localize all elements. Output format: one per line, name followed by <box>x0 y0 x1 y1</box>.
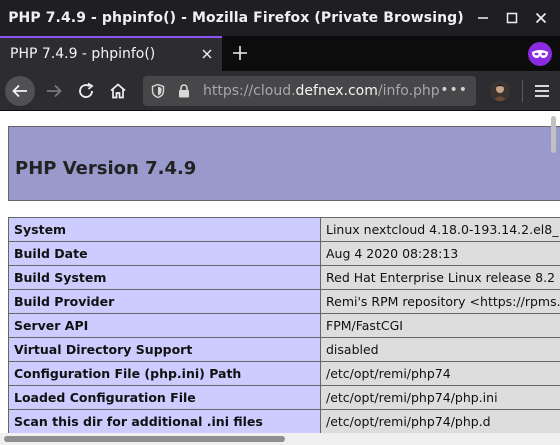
row-key: Build Provider <box>8 289 321 314</box>
row-key: Build Date <box>8 241 321 266</box>
table-row: Server API FPM/FastCGI <box>8 313 560 338</box>
forward-button[interactable] <box>39 76 69 106</box>
tab-phpinfo[interactable]: PHP 7.4.9 - phpinfo() <box>0 36 222 71</box>
row-value: Aug 4 2020 08:28:13 <box>320 241 560 266</box>
table-row: Build System Red Hat Enterprise Linux rel… <box>8 265 560 290</box>
lock-icon[interactable] <box>176 83 192 99</box>
row-value: Linux nextcloud 4.18.0-193.14.2.el8_ <box>320 217 560 242</box>
table-row: Configuration File (php.ini) Path/etc/op… <box>8 361 560 386</box>
back-arrow-icon <box>12 84 27 98</box>
row-value: FPM/FastCGI <box>320 313 560 338</box>
horizontal-scrollbar-thumb[interactable] <box>4 436 285 442</box>
table-row: Virtual Directory Support disabled <box>8 337 560 362</box>
forward-arrow-icon <box>47 84 62 98</box>
url-host: defnex.com <box>295 83 378 99</box>
navigation-toolbar: https://cloud.defnex.com/info.php ••• <box>0 71 560 111</box>
row-key: Loaded Configuration File <box>8 385 321 410</box>
window-titlebar: PHP 7.4.9 - phpinfo() - Mozilla Firefox … <box>0 0 560 36</box>
maximize-button[interactable] <box>501 7 523 29</box>
row-key: System <box>8 217 321 242</box>
url-bar[interactable]: https://cloud.defnex.com/info.php ••• <box>143 76 476 106</box>
home-icon <box>110 83 126 99</box>
table-row: Build Date Aug 4 2020 08:28:13 <box>8 241 560 266</box>
row-key: Build System <box>8 265 321 290</box>
row-value: /etc/opt/remi/php74/php.ini <box>320 385 560 410</box>
tab-strip: PHP 7.4.9 - phpinfo() <box>0 36 560 71</box>
shield-icon[interactable] <box>150 83 166 99</box>
close-icon <box>536 12 547 24</box>
vertical-scrollbar-thumb[interactable] <box>551 116 556 153</box>
minimize-icon <box>477 17 488 19</box>
minimize-button[interactable] <box>472 7 494 29</box>
hamburger-menu-icon <box>535 85 549 97</box>
app-menu-button[interactable] <box>530 79 554 103</box>
private-browsing-icon <box>528 42 552 66</box>
php-version-header: PHP Version 7.4.9 <box>8 126 560 201</box>
reload-button[interactable] <box>71 76 101 106</box>
table-row: Build Provider Remi's RPM repository <htt… <box>8 289 560 314</box>
row-key: Server API <box>8 313 321 338</box>
avatar[interactable] <box>490 81 510 101</box>
tab-close-icon[interactable] <box>200 47 214 61</box>
toolbar-separator <box>522 80 523 102</box>
row-value: /etc/opt/remi/php74 <box>320 361 560 386</box>
page-title: PHP Version 7.4.9 <box>15 158 197 179</box>
row-value: Remi's RPM repository <https://rpms. <box>320 289 560 314</box>
url-scheme: https://cloud. <box>203 83 296 99</box>
new-tab-icon[interactable] <box>231 44 249 62</box>
window-controls <box>464 0 560 36</box>
row-value: Red Hat Enterprise Linux release 8.2 <box>320 265 560 290</box>
url-text[interactable]: https://cloud.defnex.com/info.php <box>203 76 440 106</box>
table-row: Loaded Configuration File/etc/opt/remi/p… <box>8 385 560 410</box>
page-actions-button[interactable]: ••• <box>440 76 468 104</box>
home-button[interactable] <box>103 76 133 106</box>
row-value: disabled <box>320 337 560 362</box>
row-key: Scan this dir for additional .ini files <box>8 409 321 434</box>
back-button[interactable] <box>5 76 35 106</box>
maximize-icon <box>506 12 518 24</box>
horizontal-scrollbar[interactable] <box>0 433 560 445</box>
reload-icon <box>79 82 94 98</box>
phpinfo-table: System Linux nextcloud 4.18.0-193.14.2.el… <box>8 217 560 434</box>
tab-title: PHP 7.4.9 - phpinfo() <box>10 46 156 62</box>
url-path: /info.php <box>377 83 440 99</box>
table-row: System Linux nextcloud 4.18.0-193.14.2.el… <box>8 217 560 242</box>
row-value: /etc/opt/remi/php74/php.d <box>320 409 560 434</box>
page-content[interactable]: PHP Version 7.4.9 System Linux nextcloud … <box>0 111 560 445</box>
close-window-button[interactable] <box>530 7 552 29</box>
row-key: Configuration File (php.ini) Path <box>8 361 321 386</box>
row-key: Virtual Directory Support <box>8 337 321 362</box>
table-row: Scan this dir for additional .ini files /… <box>8 409 560 434</box>
